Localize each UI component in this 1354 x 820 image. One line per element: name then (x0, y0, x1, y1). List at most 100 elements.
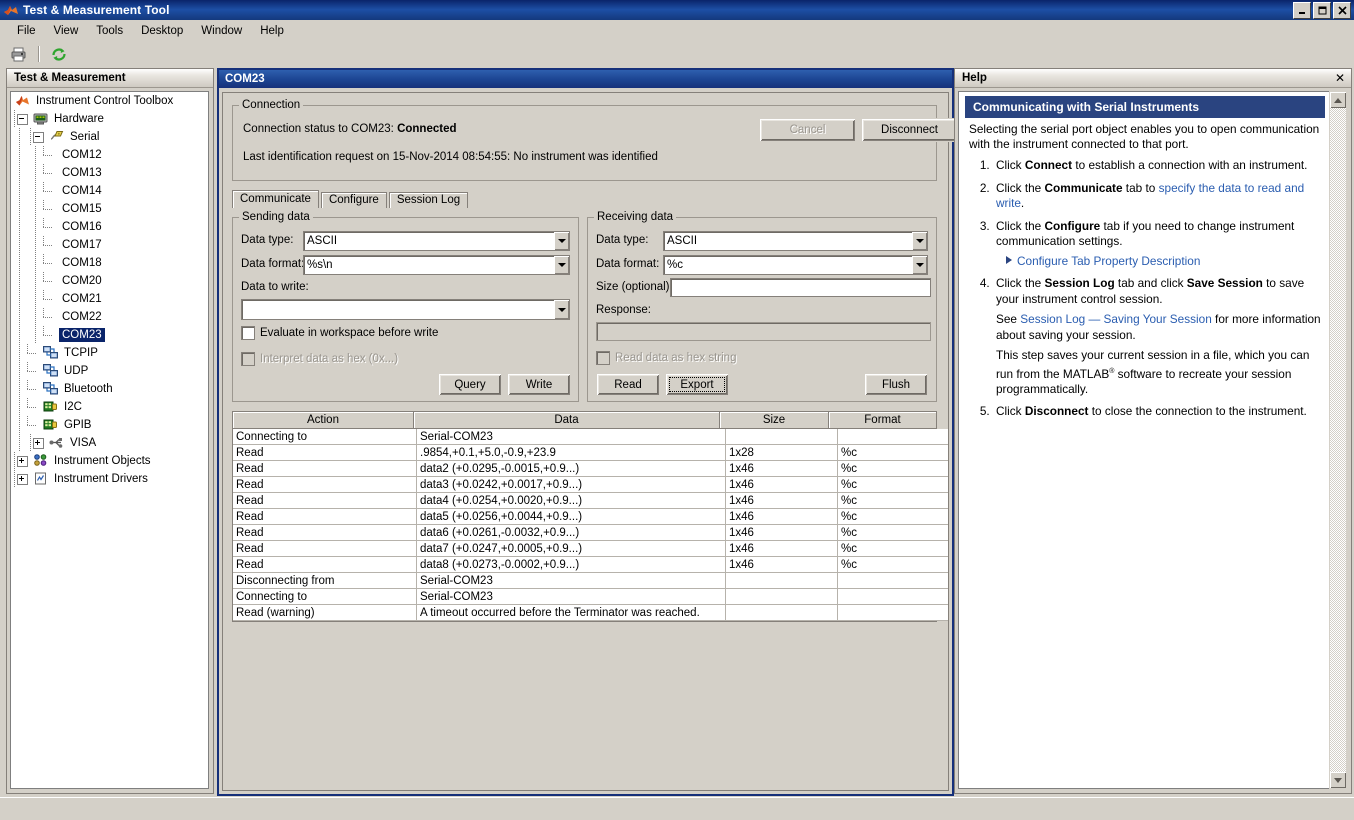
tree-item-instrument-objects[interactable]: Instrument Objects (11, 452, 208, 470)
tree-item-label: GPIB (64, 419, 92, 431)
flush-button[interactable]: Flush (864, 373, 928, 396)
tree-item-gpib[interactable]: GPIB (11, 416, 208, 434)
toolbar-separator (38, 46, 40, 62)
table-row[interactable]: Disconnecting from Serial-COM23 (233, 573, 948, 589)
disconnect-button[interactable]: Disconnect (861, 118, 958, 142)
minimize-button[interactable] (1293, 2, 1311, 19)
tree-item-com16[interactable]: COM16 (11, 218, 208, 236)
tree-item-hardware[interactable]: Hardware (11, 110, 208, 128)
table-body[interactable]: Connecting to Serial-COM23 Read .9854,+0.1,… (233, 429, 948, 621)
tree-item-instrument-control-toolbox[interactable]: Instrument Control Toolbox (11, 92, 208, 110)
tree-item-com17[interactable]: COM17 (11, 236, 208, 254)
write-button[interactable]: Write (507, 373, 571, 396)
menu-desktop[interactable]: Desktop (132, 23, 192, 39)
tree-expander-plus-icon[interactable] (17, 455, 28, 467)
checkbox-box[interactable] (596, 351, 610, 365)
table-column-header[interactable]: Size (720, 412, 829, 429)
interpret-hex-checkbox[interactable]: Interpret data as hex (0x...) (241, 352, 398, 366)
chevron-down-icon[interactable] (554, 256, 569, 274)
chevron-down-icon[interactable] (554, 300, 569, 319)
tab-communicate[interactable]: Communicate (232, 190, 319, 208)
table-cell: data7 (+0.0247,+0.0005,+0.9...) (417, 541, 726, 557)
export-button[interactable]: Export (665, 373, 729, 396)
table-row[interactable]: Read data8 (+0.0273,-0.0002,+0.9...) 1x46%… (233, 557, 948, 573)
table-row[interactable]: Read .9854,+0.1,+5.0,-0.9,+23.9 1x28 %c (233, 445, 948, 461)
table-column-header[interactable]: Data (414, 412, 720, 429)
table-row[interactable]: Read data3 (+0.0242,+0.0017,+0.9...) 1x46%… (233, 477, 948, 493)
scroll-down-icon[interactable] (1330, 772, 1346, 788)
menu-tools[interactable]: Tools (87, 23, 132, 39)
menu-help[interactable]: Help (251, 23, 293, 39)
chevron-down-icon[interactable] (554, 232, 569, 250)
table-row[interactable]: Read data2 (+0.0295,-0.0015,+0.9...) 1x46%… (233, 461, 948, 477)
menu-file[interactable]: File (8, 23, 45, 39)
scroll-up-icon[interactable] (1330, 92, 1346, 108)
tree-expander-plus-icon[interactable] (33, 437, 44, 449)
tree-item-i2c[interactable]: I2C (11, 398, 208, 416)
send-data-type-combo[interactable]: ASCII (303, 231, 570, 251)
tree-item-bluetooth[interactable]: Bluetooth (11, 380, 208, 398)
table-cell (726, 589, 838, 605)
menu-window[interactable]: Window (192, 23, 251, 39)
data-to-write-combo[interactable] (241, 299, 570, 320)
tree-item-com12[interactable]: COM12 (11, 146, 208, 164)
session-log-saving-link[interactable]: Session Log — Saving Your Session (1020, 312, 1212, 326)
close-icon[interactable]: ✕ (1335, 72, 1345, 84)
query-button[interactable]: Query (438, 373, 502, 396)
table-column-header[interactable]: Format (829, 412, 936, 429)
table-row[interactable]: Connecting to Serial-COM23 (233, 589, 948, 605)
evaluate-in-workspace-checkbox[interactable]: Evaluate in workspace before write (241, 326, 438, 340)
read-hex-checkbox[interactable]: Read data as hex string (596, 351, 736, 365)
tree-item-tcpip[interactable]: TCPIP (11, 344, 208, 362)
tree-item-com15[interactable]: COM15 (11, 200, 208, 218)
step3-configure-bold: Configure (1044, 218, 1101, 233)
read-button[interactable]: Read (596, 373, 660, 396)
close-button[interactable] (1333, 2, 1351, 19)
tree-item-com23[interactable]: COM23 (11, 326, 208, 344)
configure-tab-property-link[interactable]: Configure Tab Property Description (1017, 254, 1200, 268)
table-row[interactable]: Read (warning) A timeout occurred before … (233, 605, 948, 621)
chevron-down-icon[interactable] (912, 232, 927, 250)
instrument-tree[interactable]: Instrument Control Toolbox Hardware Serial… (10, 91, 209, 789)
tree-item-serial[interactable]: Serial (11, 128, 208, 146)
tree-item-com14[interactable]: COM14 (11, 182, 208, 200)
tree-item-instrument-drivers[interactable]: Instrument Drivers (11, 470, 208, 488)
tree-item-com18[interactable]: COM18 (11, 254, 208, 272)
maximize-button[interactable] (1313, 2, 1331, 19)
tree-item-visa[interactable]: VISA (11, 434, 208, 452)
table-row[interactable]: Read data6 (+0.0261,-0.0032,+0.9...) 1x46%… (233, 525, 948, 541)
tree-expander-plus-icon[interactable] (17, 473, 28, 485)
print-icon[interactable] (8, 44, 30, 65)
connection-group-label: Connection (239, 99, 304, 111)
tree-item-com22[interactable]: COM22 (11, 308, 208, 326)
table-row[interactable]: Read data5 (+0.0256,+0.0044,+0.9...) 1x46%… (233, 509, 948, 525)
checkbox-box[interactable] (241, 352, 255, 366)
recv-data-type-combo[interactable]: ASCII (663, 231, 928, 251)
table-cell: 1x46 (726, 541, 838, 557)
table-row[interactable]: Read data7 (+0.0247,+0.0005,+0.9...) 1x46%… (233, 541, 948, 557)
chevron-down-icon[interactable] (912, 256, 927, 274)
send-data-type-label: Data type: (241, 234, 294, 246)
help-scrollbar[interactable] (1329, 91, 1347, 789)
tab-session-log[interactable]: Session Log (388, 192, 469, 208)
cancel-button[interactable]: Cancel (759, 118, 856, 142)
tree-expander-minus-icon[interactable] (33, 131, 44, 143)
menu-view[interactable]: View (45, 23, 88, 39)
tree-item-com21[interactable]: COM21 (11, 290, 208, 308)
tree-item-udp[interactable]: UDP (11, 362, 208, 380)
tree-item-com20[interactable]: COM20 (11, 272, 208, 290)
refresh-icon[interactable] (48, 44, 70, 65)
tree-expander-minus-icon[interactable] (17, 113, 28, 125)
board-icon (43, 418, 59, 432)
table-row[interactable]: Read data4 (+0.0254,+0.0020,+0.9...) 1x46%… (233, 493, 948, 509)
tree-item-com13[interactable]: COM13 (11, 164, 208, 182)
table-column-header[interactable]: Action (233, 412, 414, 429)
table-row[interactable]: Connecting to Serial-COM23 (233, 429, 948, 445)
session-table[interactable]: Action Data Size Format Connecting to Serial… (232, 411, 948, 622)
tab-configure[interactable]: Configure (320, 192, 387, 208)
checkbox-box[interactable] (241, 326, 255, 340)
help-step-2: Click the Communicate tab to specify the… (993, 181, 1321, 212)
size-optional-input[interactable] (670, 278, 931, 297)
send-data-format-combo[interactable]: %s\n (303, 255, 570, 275)
recv-data-format-combo[interactable]: %c (663, 255, 928, 275)
